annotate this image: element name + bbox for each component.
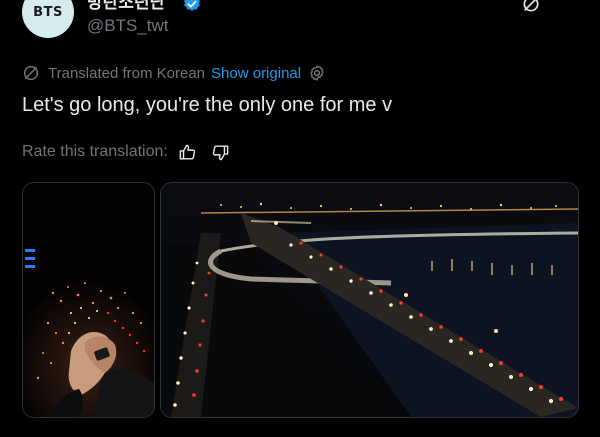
rate-label: Rate this translation: [22, 143, 168, 160]
grok-icon[interactable] [521, 0, 541, 14]
more-icon[interactable] [556, 0, 578, 4]
avatar-text: BTS [33, 4, 63, 20]
photo-river-highway-image [161, 183, 578, 417]
thumbs-down-icon[interactable] [211, 143, 230, 162]
translation-notice: Translated from Korean Show original [22, 63, 326, 83]
handle[interactable]: @BTS_twt [87, 16, 169, 36]
tweet-text: Let's go long, you're the only one for m… [22, 94, 393, 116]
photo-hands-night[interactable] [22, 182, 155, 418]
verified-badge-icon [184, 0, 200, 11]
avatar[interactable]: BTS [22, 0, 74, 38]
rate-translation: Rate this translation: [22, 141, 230, 163]
translate-globe-icon [23, 65, 39, 81]
thumbs-up-icon[interactable] [178, 143, 197, 162]
display-name[interactable]: 방탄소년단 [87, 0, 165, 13]
translated-label: Translated from Korean [48, 64, 206, 82]
settings-icon[interactable] [308, 64, 326, 82]
photo-river-highway[interactable] [160, 182, 579, 418]
photo-hands-night-image [23, 183, 154, 417]
show-original-link[interactable]: Show original [211, 65, 301, 82]
